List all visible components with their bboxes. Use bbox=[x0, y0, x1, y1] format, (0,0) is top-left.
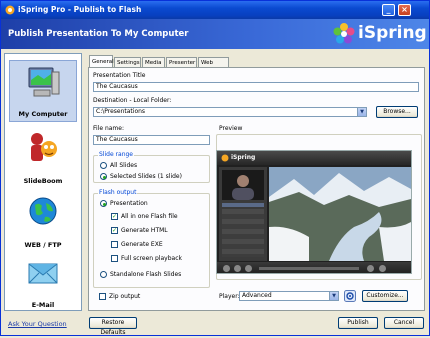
browse-button[interactable]: Browse... bbox=[376, 106, 418, 118]
player-label: Player: bbox=[219, 293, 240, 300]
cancel-button[interactable]: Cancel bbox=[384, 317, 424, 329]
sidebar-item-email[interactable]: E-Mail bbox=[9, 250, 77, 312]
close-button[interactable]: × bbox=[398, 4, 411, 16]
all-in-one-checkbox[interactable]: ✓ bbox=[111, 213, 118, 220]
full-screen-label: Full screen playback bbox=[121, 255, 182, 262]
ispring-logo: iSpring bbox=[332, 22, 427, 46]
generate-html-label: Generate HTML bbox=[121, 227, 168, 234]
all-in-one-label: All in one Flash file bbox=[121, 213, 178, 220]
file-name-label: File name: bbox=[93, 125, 124, 132]
standalone-radio[interactable] bbox=[100, 271, 107, 278]
sidebar-item-slideboom[interactable]: SlideBoom bbox=[9, 126, 77, 188]
destination-value: C:\Presentations bbox=[96, 108, 146, 115]
publish-window: iSpring Pro - Publish to Flash _ × Publi… bbox=[0, 0, 430, 336]
flash-output-title: Flash output bbox=[98, 189, 138, 196]
logo-text: iSpring bbox=[358, 23, 427, 43]
selected-slides-label: Selected Slides (1 slide) bbox=[110, 173, 182, 180]
player-logo-text: iSpring bbox=[231, 154, 256, 161]
presentation-title-input[interactable]: The Caucasus bbox=[93, 82, 419, 92]
generate-exe-label: Generate EXE bbox=[121, 241, 163, 248]
outline-header bbox=[222, 203, 264, 207]
standalone-label: Standalone Flash Slides bbox=[110, 271, 182, 278]
generate-html-checkbox[interactable]: ✓ bbox=[111, 227, 118, 234]
presentation-radio[interactable] bbox=[100, 200, 107, 207]
next-icon[interactable] bbox=[245, 265, 252, 272]
slide-range-group: Slide range All Slides Selected Slides (… bbox=[93, 151, 210, 183]
selected-slides-radio[interactable] bbox=[100, 173, 107, 180]
ispring-app-icon bbox=[5, 5, 15, 15]
header-banner: Publish Presentation To My Computer iSpr… bbox=[1, 19, 429, 49]
window-title: iSpring Pro - Publish to Flash bbox=[18, 5, 142, 14]
player-toolbar: iSpring bbox=[217, 151, 411, 165]
title-bar[interactable]: iSpring Pro - Publish to Flash _ × bbox=[1, 1, 429, 19]
flash-output-group: Flash output Presentation ✓ All in one F… bbox=[93, 189, 210, 288]
computer-icon bbox=[28, 67, 60, 97]
file-name-input[interactable]: The Caucasus bbox=[93, 135, 210, 145]
preview-label: Preview bbox=[219, 125, 243, 132]
all-slides-label: All Slides bbox=[110, 162, 138, 169]
sidebar-item-label: E-Mail bbox=[31, 301, 55, 309]
sidebar-item-label: My Computer bbox=[18, 110, 68, 118]
chevron-down-icon[interactable]: ▼ bbox=[329, 292, 338, 300]
fullscreen-icon[interactable] bbox=[379, 265, 386, 272]
publish-target-sidebar: My Computer SlideBoom WEB / FTP E-Mail bbox=[4, 53, 82, 311]
ispring-flower-icon bbox=[333, 23, 355, 44]
globe-icon bbox=[29, 197, 57, 225]
envelope-icon bbox=[28, 263, 58, 284]
publish-button[interactable]: Publish bbox=[338, 317, 378, 329]
slide-range-title: Slide range bbox=[98, 151, 134, 158]
slide-outline-list bbox=[222, 209, 264, 257]
sidebar-item-web-ftp[interactable]: WEB / FTP bbox=[9, 190, 77, 252]
sidebar-item-label: SlideBoom bbox=[23, 177, 63, 185]
slide-landscape-image bbox=[269, 167, 411, 261]
generate-exe-checkbox[interactable] bbox=[111, 241, 118, 248]
ask-question-link[interactable]: Ask Your Question bbox=[8, 320, 67, 328]
player-preview: iSpring bbox=[216, 150, 412, 274]
presenter-avatar-icon bbox=[232, 175, 254, 200]
all-slides-radio[interactable] bbox=[100, 162, 107, 169]
header-title: Publish Presentation To My Computer bbox=[8, 29, 189, 39]
zip-output-checkbox[interactable] bbox=[99, 293, 106, 300]
player-value: Advanced bbox=[242, 292, 272, 299]
destination-label: Destination - Local Folder: bbox=[93, 97, 172, 104]
player-logo-icon bbox=[221, 154, 229, 162]
player-controls bbox=[217, 262, 411, 273]
presenter-video bbox=[222, 170, 264, 200]
sidebar-item-label: WEB / FTP bbox=[24, 241, 62, 249]
sidebar-item-my-computer[interactable]: My Computer bbox=[9, 60, 77, 122]
volume-icon[interactable] bbox=[367, 265, 374, 272]
customize-button[interactable]: Customize... bbox=[362, 290, 408, 302]
chevron-down-icon[interactable]: ▼ bbox=[357, 108, 366, 116]
presentation-title-label: Presentation Title bbox=[93, 72, 146, 79]
full-screen-checkbox[interactable] bbox=[111, 255, 118, 262]
minimize-button[interactable]: _ bbox=[382, 4, 395, 16]
player-select[interactable]: Advanced ▼ bbox=[239, 291, 339, 301]
restore-defaults-button[interactable]: Restore Defaults bbox=[89, 317, 137, 336]
presentation-label: Presentation bbox=[110, 200, 148, 207]
play-icon[interactable] bbox=[234, 265, 241, 272]
seek-bar[interactable] bbox=[259, 267, 359, 270]
slideboom-icon bbox=[31, 133, 57, 161]
prev-icon[interactable] bbox=[223, 265, 230, 272]
player-sidebar bbox=[219, 167, 267, 261]
zip-output-label: Zip output bbox=[109, 293, 141, 300]
destination-select[interactable]: C:\Presentations ▼ bbox=[93, 107, 367, 117]
player-settings-icon[interactable] bbox=[344, 290, 356, 302]
